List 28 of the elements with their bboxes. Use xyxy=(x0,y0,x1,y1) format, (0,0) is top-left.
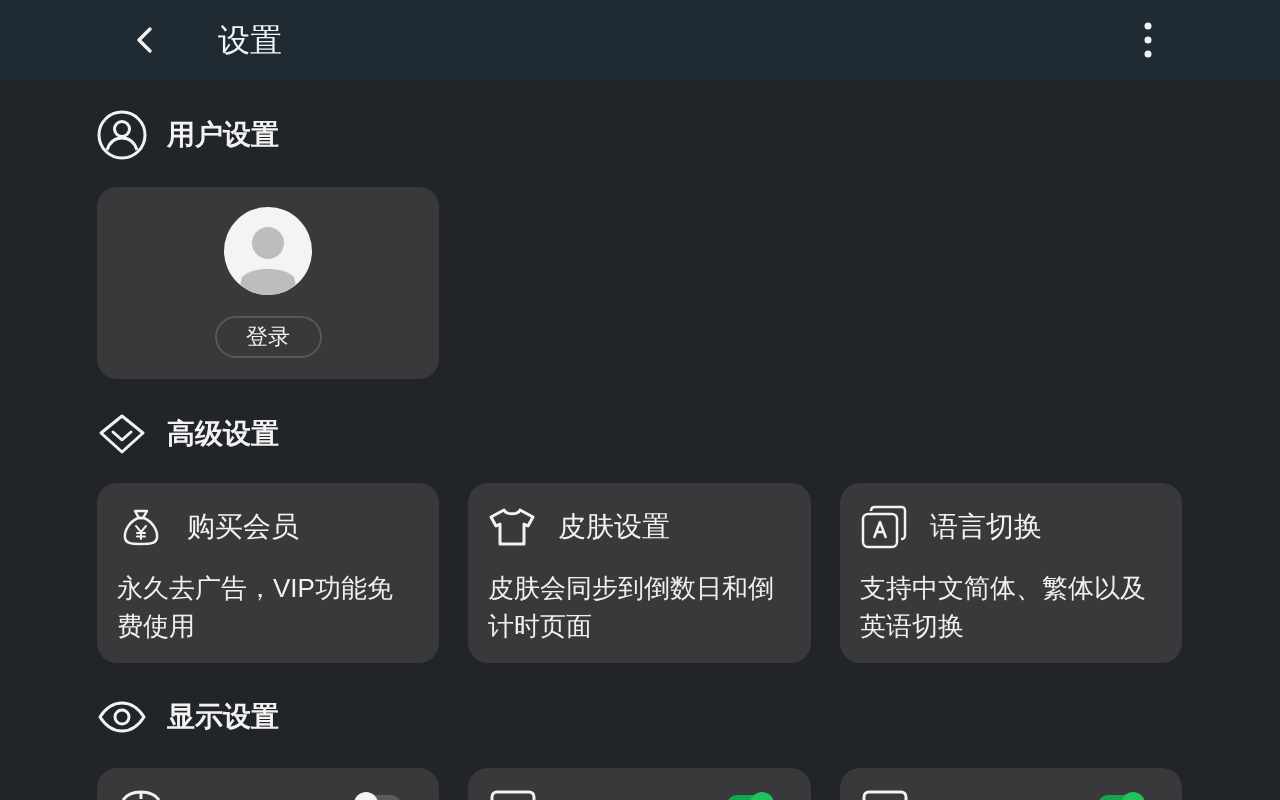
section-title: 显示设置 xyxy=(167,703,279,731)
section-title: 高级设置 xyxy=(167,420,279,448)
card-title: 购买会员 xyxy=(187,513,299,541)
screen-frame-icon xyxy=(861,790,908,800)
section-title: 用户设置 xyxy=(167,121,279,149)
card-description: 皮肤会同步到倒数日和倒计时页面 xyxy=(488,572,776,643)
t-shirt-icon xyxy=(488,507,537,547)
screen-frame-icon xyxy=(490,790,537,800)
settings-card[interactable]: 语言切换 支持中文简体、繁体以及英语切换 xyxy=(839,483,1182,663)
language-a-icon xyxy=(860,505,907,549)
more-menu-icon[interactable] xyxy=(1144,22,1152,58)
card-description: 支持中文简体、繁体以及英语切换 xyxy=(859,572,1147,643)
card-description: 永久去广告，VIP功能免费使用 xyxy=(117,572,394,643)
settings-card[interactable]: 购买会员 永久去广告，VIP功能免费使用 xyxy=(97,483,440,663)
settings-card[interactable] xyxy=(839,768,1182,800)
eye-icon xyxy=(98,701,146,733)
diamond-icon xyxy=(98,413,146,455)
settings-card[interactable] xyxy=(97,768,440,800)
money-bag-icon xyxy=(121,507,161,547)
page-title: 设置 xyxy=(218,24,282,56)
stopwatch-icon xyxy=(119,790,163,800)
user-circle-icon xyxy=(97,110,147,160)
avatar-icon xyxy=(224,207,312,295)
login-button[interactable]: 登录 xyxy=(214,316,322,358)
card-title: 语言切换 xyxy=(929,513,1042,541)
card-title: 皮肤设置 xyxy=(558,513,671,541)
settings-card[interactable]: 皮肤设置 皮肤会同步到倒数日和倒计时页面 xyxy=(468,483,811,663)
settings-card[interactable] xyxy=(468,768,811,800)
